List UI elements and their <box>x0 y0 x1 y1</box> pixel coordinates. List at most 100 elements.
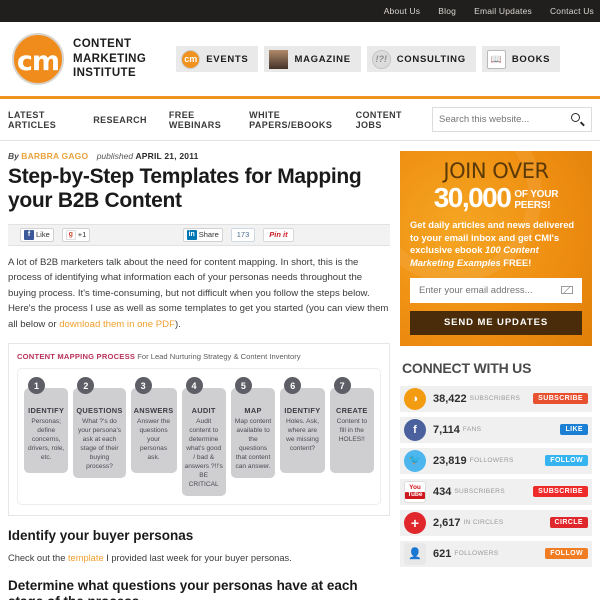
step-description: What ?'s do your persona's ask at each s… <box>77 418 122 470</box>
utility-topbar: About Us Blog Email Updates Contact Us <box>0 0 600 22</box>
book-icon: 📖 <box>486 49 506 69</box>
page-layout: By BARBRA GAGO published APRIL 21, 2011 … <box>0 141 600 600</box>
optin-blurb-part2: FREE! <box>500 257 532 269</box>
infographic-step: 2 QUESTIONS What ?'s do your persona's a… <box>73 377 126 495</box>
logo-line-1: CONTENT <box>73 37 132 50</box>
content-mapping-infographic: CONTENT MAPPING PROCESS For Lead Nurturi… <box>8 343 390 516</box>
topbar-link-about-us[interactable]: About Us <box>384 6 421 16</box>
article-intro-paragraph: A lot of B2B marketers talk about the ne… <box>8 255 390 333</box>
infographic-step: 3 ANSWERS Answer the questions your pers… <box>130 377 177 495</box>
step-description: Personas; define concerns, drivers, role… <box>28 418 65 461</box>
connect-with-us-heading: CONNECT WITH US <box>402 359 532 376</box>
optin-email-field[interactable] <box>410 277 582 303</box>
googleplus-icon: + <box>404 511 426 534</box>
step-card: CREATE Content to fill in the HOLES!! <box>329 388 374 474</box>
site-logo[interactable]: cm CONTENT MARKETING INSTITUTE <box>8 33 146 85</box>
subnav-item-content-jobs[interactable]: CONTENT JOBS <box>356 110 410 130</box>
slideshare-icon: 👤 <box>404 542 426 565</box>
logo-mark-text: cm <box>16 45 60 77</box>
template-link[interactable]: template <box>68 553 104 563</box>
nav-button-events[interactable]: cm EVENTS <box>176 46 259 72</box>
linkedin-share-button[interactable]: in Share <box>182 227 223 242</box>
subnav-item-white-papers-ebooks[interactable]: WHITE PAPERS/EBOOKS <box>249 110 333 130</box>
google-plusone-button[interactable]: g +1 <box>61 227 91 242</box>
nav-button-books-label: BOOKS <box>511 53 551 65</box>
google-plusone-label: +1 <box>77 230 87 240</box>
email-optin-widget: JOIN OVER 30,000 OF YOUR PEERS! Get dail… <box>400 151 592 346</box>
optin-subscriber-count: 30,000 <box>433 182 512 213</box>
primary-navigation: LATEST ARTICLES RESEARCH FREE WEBINARS W… <box>0 99 600 141</box>
topbar-link-blog[interactable]: Blog <box>438 6 456 16</box>
infographic-step: 6 IDENTIFY Holes. Ask, where are we miss… <box>280 377 325 495</box>
social-cta-googleplus[interactable]: CIRCLE <box>549 517 588 529</box>
section-heading-identify-personas: Identify your buyer personas <box>8 527 194 543</box>
social-row-googleplus[interactable]: + 2,617 IN CIRCLES CIRCLE <box>400 509 592 536</box>
step-heading: IDENTIFY <box>284 406 321 416</box>
infographic-step: 7 CREATE Content to fill in the HOLES!! <box>329 377 374 495</box>
search-input[interactable] <box>439 114 571 125</box>
rss-icon: ◑ <box>404 387 426 410</box>
social-label-twitter: FOLLOWERS <box>469 457 514 465</box>
step-description: Audit content to determine what's good /… <box>184 418 223 488</box>
subnav-item-latest-articles[interactable]: LATEST ARTICLES <box>8 110 71 130</box>
nav-button-consulting-label: CONSULTING <box>396 53 466 65</box>
send-me-updates-button[interactable]: SEND ME UPDATES <box>410 310 582 335</box>
step-number-badge: 4 <box>185 377 203 395</box>
optin-join-headline: JOIN OVER <box>443 159 549 183</box>
social-share-bar: f Like g +1 in Share 173 Pin it <box>8 223 390 246</box>
social-count-rss: 38,422 <box>433 392 467 405</box>
nav-button-consulting[interactable]: !?! CONSULTING <box>366 46 476 72</box>
section1-text-part1: Check out the <box>8 552 68 563</box>
social-row-youtube[interactable]: You Tube 434 SUBSCRIBERS SUBSCRIBE <box>400 478 592 505</box>
topbar-link-email-updates[interactable]: Email Updates <box>474 6 532 16</box>
optin-peers-text: OF YOUR PEERS! <box>514 190 558 211</box>
social-cta-slideshare[interactable]: FOLLOW <box>545 548 588 560</box>
article-byline: By BARBRA GAGO published APRIL 21, 2011 <box>8 151 390 161</box>
googleplus-icon: g <box>65 229 76 240</box>
topbar-link-contact-us[interactable]: Contact Us <box>550 6 594 16</box>
nav-button-events-label: EVENTS <box>206 53 249 65</box>
step-description: Map content available to the questions t… <box>234 418 272 470</box>
facebook-like-button[interactable]: f Like <box>20 227 54 242</box>
email-input[interactable] <box>419 284 561 296</box>
infographic-step: 1 IDENTIFY Personas; define concerns, dr… <box>24 377 69 495</box>
sidebar: JOIN OVER 30,000 OF YOUR PEERS! Get dail… <box>400 151 592 600</box>
step-card: QUESTIONS What ?'s do your persona's ask… <box>73 388 126 478</box>
main-content: By BARBRA GAGO published APRIL 21, 2011 … <box>8 151 390 600</box>
infographic-steps: 1 IDENTIFY Personas; define concerns, dr… <box>17 368 381 505</box>
pinterest-pin-button[interactable]: Pin it <box>263 227 294 242</box>
subnav-item-free-webinars[interactable]: FREE WEBINARS <box>169 110 227 130</box>
header-nav-buttons: cm EVENTS MAGAZINE !?! CONSULTING 📖 BOOK… <box>176 46 561 72</box>
nav-button-books[interactable]: 📖 BOOKS <box>481 46 561 72</box>
social-label-googleplus: IN CIRCLES <box>463 519 504 527</box>
step-description: Answer the questions your personas ask. <box>137 418 171 461</box>
step-heading: CREATE <box>335 406 368 416</box>
social-cta-twitter[interactable]: FOLLOW <box>545 455 588 467</box>
search-icon[interactable] <box>571 112 585 127</box>
social-row-facebook[interactable]: f 7,114 FANS LIKE <box>400 416 592 443</box>
social-cta-facebook[interactable]: LIKE <box>560 424 588 436</box>
nav-button-magazine-label: MAGAZINE <box>294 53 351 65</box>
step-card: MAP Map content available to the questio… <box>230 388 276 478</box>
social-cta-youtube[interactable]: SUBSCRIBE <box>533 486 588 498</box>
logo-line-3: INSTITUTE <box>73 67 137 80</box>
social-row-twitter[interactable]: 🐦 23,819 FOLLOWERS FOLLOW <box>400 447 592 474</box>
social-count-facebook: 7,114 <box>433 423 460 436</box>
page-title: Step-by-Step Templates for Mapping your … <box>8 165 362 213</box>
site-search[interactable] <box>432 107 592 132</box>
social-label-rss: SUBSCRIBERS <box>469 395 521 403</box>
section-heading-determine-questions: Determine what questions your personas h… <box>8 577 358 600</box>
social-row-rss[interactable]: ◑ 38,422 SUBSCRIBERS SUBSCRIBE <box>400 385 592 412</box>
facebook-icon: f <box>24 229 34 240</box>
nav-button-magazine[interactable]: MAGAZINE <box>264 46 361 72</box>
download-pdf-link[interactable]: download them in one PDF <box>59 319 175 330</box>
optin-peers-line2: PEERS! <box>514 199 551 211</box>
byline-author[interactable]: BARBRA GAGO <box>21 151 88 161</box>
step-heading: MAP <box>244 406 262 416</box>
infographic-step: 4 AUDIT Audit content to determine what'… <box>181 377 226 496</box>
social-cta-rss[interactable]: SUBSCRIBE <box>533 393 588 405</box>
section1-text-part2: I provided last week for your buyer pers… <box>103 552 292 563</box>
subnav-item-research[interactable]: RESEARCH <box>93 115 147 125</box>
section-paragraph-identify-personas: Check out the template I provided last w… <box>8 551 390 566</box>
social-row-slideshare[interactable]: 👤 621 FOLLOWERS FOLLOW <box>400 540 592 567</box>
